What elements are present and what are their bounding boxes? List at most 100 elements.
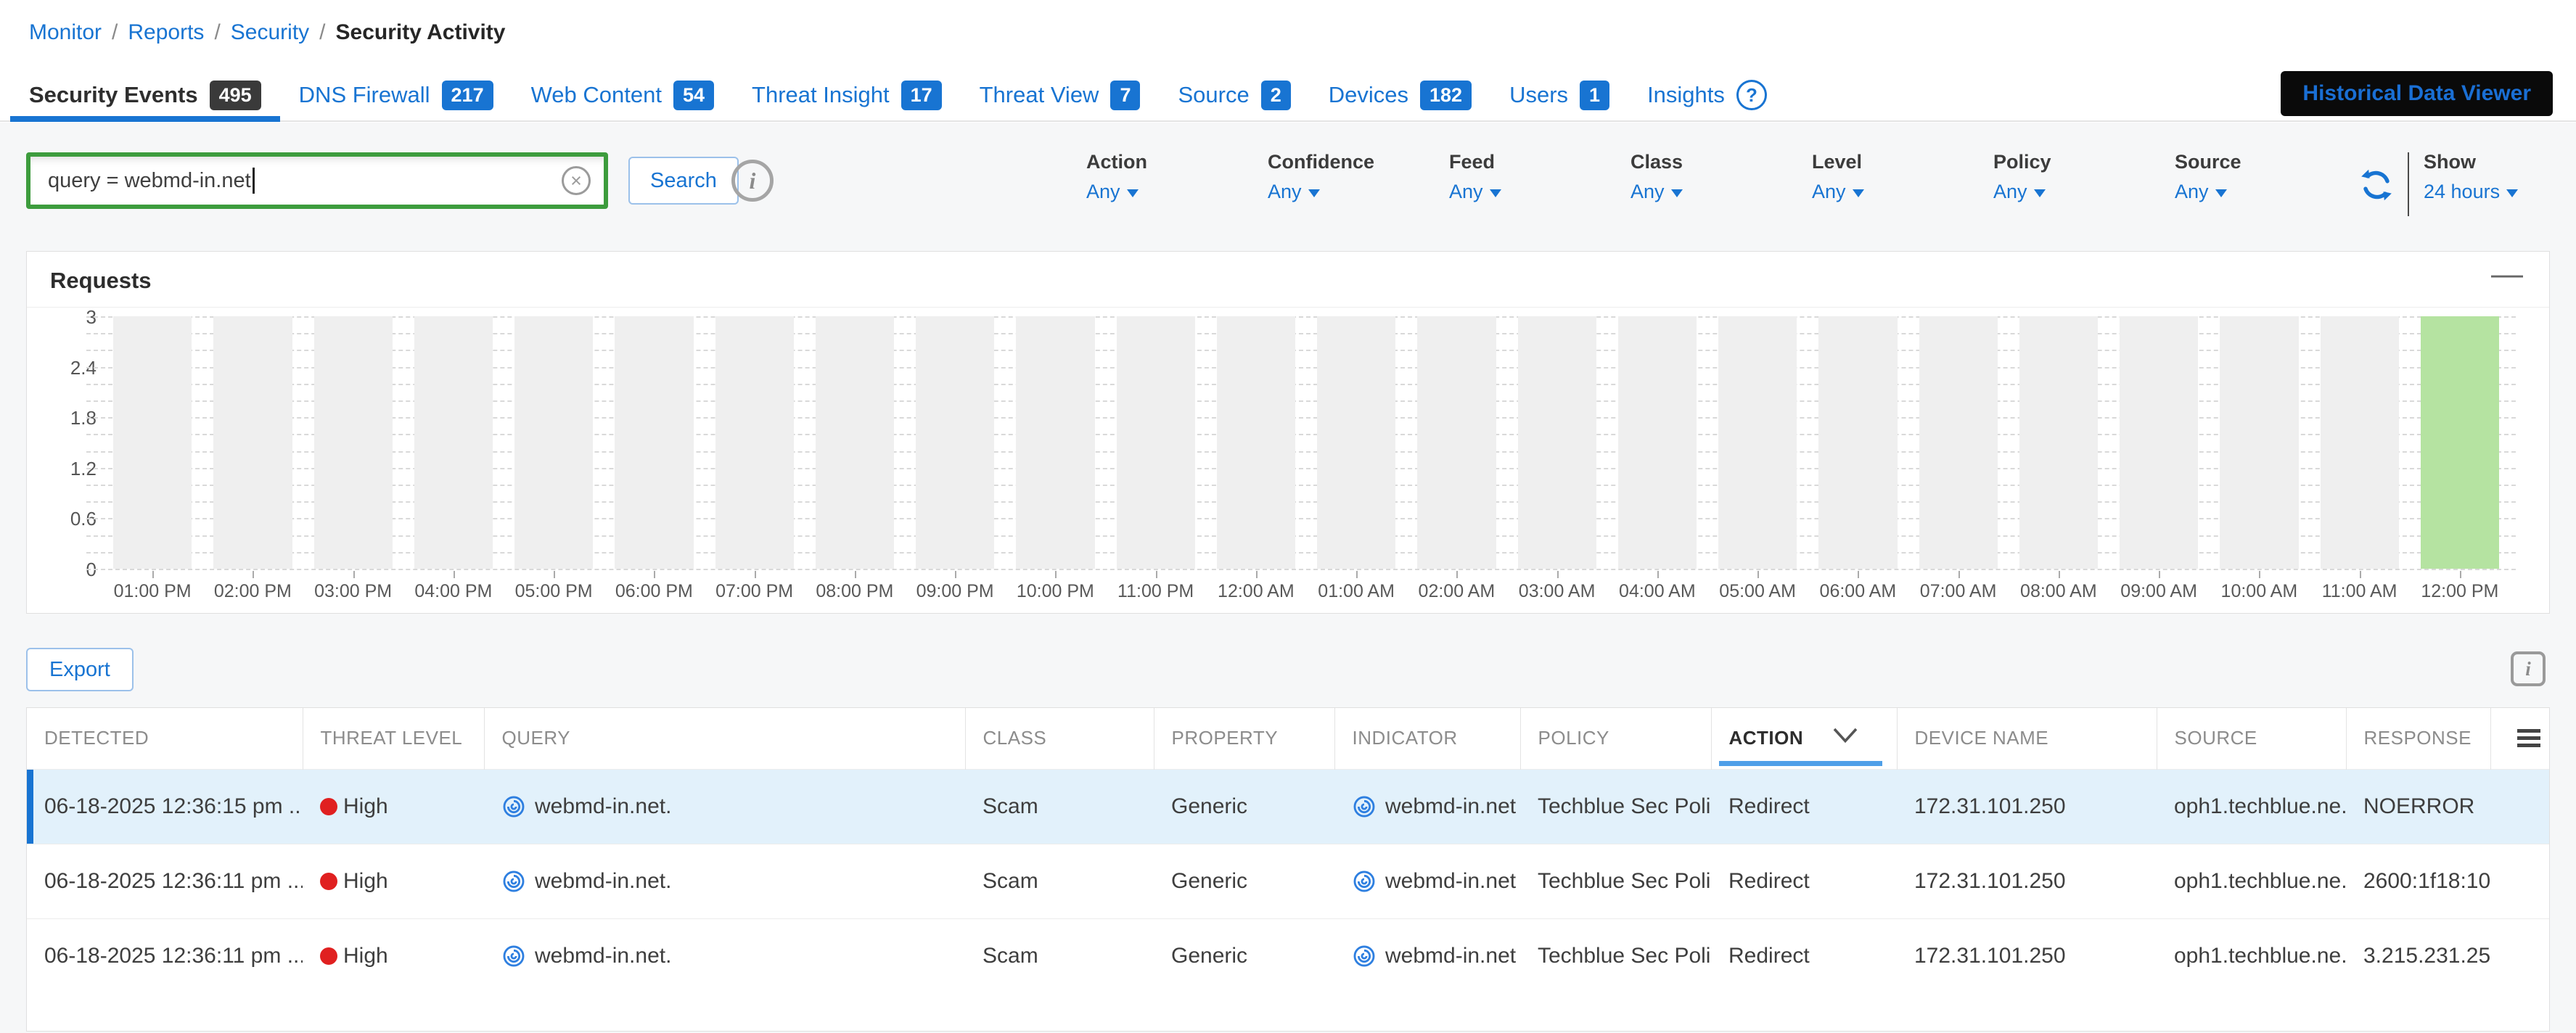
filter-class: ClassAny <box>1630 151 1812 203</box>
tab-count-badge: 54 <box>673 81 714 110</box>
chart-empty-band <box>615 316 693 569</box>
cell-action: Redirect <box>1711 769 1897 844</box>
cell-property: Generic <box>1154 918 1334 993</box>
column-header-property[interactable]: PROPERTY <box>1154 708 1334 769</box>
x-axis-tick-label: 06:00 AM <box>1808 571 1908 602</box>
x-axis-tick <box>1055 571 1057 578</box>
cell-source: oph1.techblue.ne... <box>2157 918 2346 993</box>
table-row[interactable]: 06-18-2025 12:36:11 pm ...Highwebmd-in.n… <box>27 844 2550 918</box>
filter-dropdown-feed[interactable]: Any <box>1449 181 1630 203</box>
cell-response: 2600:1f18:1043:... <box>2346 844 2490 918</box>
x-axis-tick <box>855 571 856 578</box>
tab-devices[interactable]: Devices182 <box>1310 70 1490 120</box>
chart-hour-slot <box>1106 316 1206 569</box>
tab-source[interactable]: Source2 <box>1159 70 1309 120</box>
breadcrumb-separator: / <box>214 20 220 45</box>
tab-insights[interactable]: Insights? <box>1628 70 1786 120</box>
chart-hour-slot <box>2209 316 2309 569</box>
search-button[interactable]: Search <box>628 157 739 205</box>
chart-hour-slot <box>303 316 403 569</box>
table-row[interactable]: 06-18-2025 12:36:15 pm ...Highwebmd-in.n… <box>27 769 2550 844</box>
column-header-indicator[interactable]: INDICATOR <box>1334 708 1520 769</box>
chart-bar[interactable] <box>2421 316 2499 569</box>
table-menu-icon[interactable] <box>2517 729 2540 747</box>
filter-dropdown-level[interactable]: Any <box>1812 181 1993 203</box>
breadcrumb-link-reports[interactable]: Reports <box>128 20 204 45</box>
x-axis-tick <box>1456 571 1458 578</box>
chart-gridline <box>86 569 2516 570</box>
column-header-class[interactable]: CLASS <box>965 708 1154 769</box>
x-axis-tick <box>1757 571 1759 578</box>
tab-count-badge: 217 <box>442 81 493 110</box>
cell-property: Generic <box>1154 769 1334 844</box>
cell-threat-level: High <box>303 769 484 844</box>
cell-device-name: 172.31.101.250 <box>1897 844 2157 918</box>
requests-chart-panel: Requests — 32.41.81.20.60 01:00 PM02:00 … <box>26 251 2550 614</box>
column-header-policy[interactable]: POLICY <box>1520 708 1711 769</box>
threat-indicator-icon <box>501 869 526 894</box>
filter-label: Action <box>1086 151 1268 173</box>
threat-indicator-icon <box>1352 869 1377 894</box>
breadcrumb-current-page: Security Activity <box>336 20 506 45</box>
historical-data-viewer-button[interactable]: Historical Data Viewer <box>2281 71 2553 116</box>
column-header-query[interactable]: QUERY <box>484 708 965 769</box>
column-header-response[interactable]: RESPONSE <box>2346 708 2490 769</box>
refresh-icon[interactable] <box>2358 167 2395 203</box>
tab-threat-view[interactable]: Threat View7 <box>961 70 1160 120</box>
column-header-device-name[interactable]: DEVICE NAME <box>1897 708 2157 769</box>
security-events-table: DETECTEDTHREAT LEVELQUERYCLASSPROPERTYIN… <box>27 708 2550 993</box>
column-header-detected[interactable]: DETECTED <box>27 708 303 769</box>
x-axis-tick <box>353 571 355 578</box>
tab-threat-insight[interactable]: Threat Insight17 <box>733 70 961 120</box>
filter-dropdown-class[interactable]: Any <box>1630 181 1812 203</box>
cell-class: Scam <box>965 844 1154 918</box>
x-axis-tick <box>2059 571 2060 578</box>
tab-count-badge: 17 <box>901 81 942 110</box>
x-axis-tick-label: 11:00 AM <box>2310 571 2410 602</box>
cell-policy: Techblue Sec Policy <box>1520 769 1711 844</box>
table-row[interactable]: 06-18-2025 12:36:11 pm ...Highwebmd-in.n… <box>27 918 2550 993</box>
filter-label: Level <box>1812 151 1993 173</box>
filter-dropdown-action[interactable]: Any <box>1086 181 1268 203</box>
chart-hour-slot <box>1607 316 1707 569</box>
cell-query: webmd-in.net. <box>484 844 965 918</box>
x-axis-tick-label: 10:00 AM <box>2209 571 2309 602</box>
tab-dns-firewall[interactable]: DNS Firewall217 <box>280 70 512 120</box>
table-info-icon[interactable]: i <box>2511 651 2546 686</box>
filter-dropdown-confidence[interactable]: Any <box>1268 181 1449 203</box>
search-input[interactable]: query = webmd-in.net × <box>26 152 608 209</box>
x-axis-tick-label: 02:00 PM <box>202 571 303 602</box>
filter-dropdown-policy[interactable]: Any <box>1993 181 2175 203</box>
chart-y-axis: 32.41.81.20.60 <box>46 316 97 569</box>
chart-hour-slot <box>1908 316 2009 569</box>
chart-hour-slot <box>102 316 202 569</box>
filter-dropdown-source[interactable]: Any <box>2175 181 2356 203</box>
panel-divider <box>27 307 2549 308</box>
x-axis-tick-label: 03:00 AM <box>1507 571 1607 602</box>
tab-security-events[interactable]: Security Events495 <box>10 70 280 120</box>
filter-value-text: Any <box>1086 181 1120 203</box>
filter-value-text: Any <box>1993 181 2027 203</box>
column-header-source[interactable]: SOURCE <box>2157 708 2346 769</box>
search-info-icon[interactable]: i <box>731 160 774 202</box>
x-axis-tick <box>454 571 455 578</box>
cell-detected: 06-18-2025 12:36:15 pm ... <box>27 769 303 844</box>
column-header-threat-level[interactable]: THREAT LEVEL <box>303 708 484 769</box>
cell-menu <box>2490 918 2550 993</box>
breadcrumb-link-security[interactable]: Security <box>231 20 309 45</box>
collapse-panel-icon[interactable]: — <box>2491 256 2523 292</box>
export-button[interactable]: Export <box>26 648 134 691</box>
show-filter-dropdown[interactable]: 24 hours <box>2424 181 2576 203</box>
help-icon[interactable]: ? <box>1736 80 1767 110</box>
x-axis-tick-label: 12:00 PM <box>2410 571 2510 602</box>
tab-web-content[interactable]: Web Content54 <box>512 70 733 120</box>
column-header-action[interactable]: ACTION <box>1711 708 1897 769</box>
tab-users[interactable]: Users1 <box>1490 70 1628 120</box>
cell-policy: Techblue Sec Policy <box>1520 844 1711 918</box>
breadcrumb-link-monitor[interactable]: Monitor <box>29 20 102 45</box>
cell-response: NOERROR <box>2346 769 2490 844</box>
cell-query: webmd-in.net. <box>484 918 965 993</box>
tab-label: Users <box>1509 82 1568 108</box>
clear-search-icon[interactable]: × <box>562 166 591 195</box>
x-axis-tick <box>2159 571 2160 578</box>
